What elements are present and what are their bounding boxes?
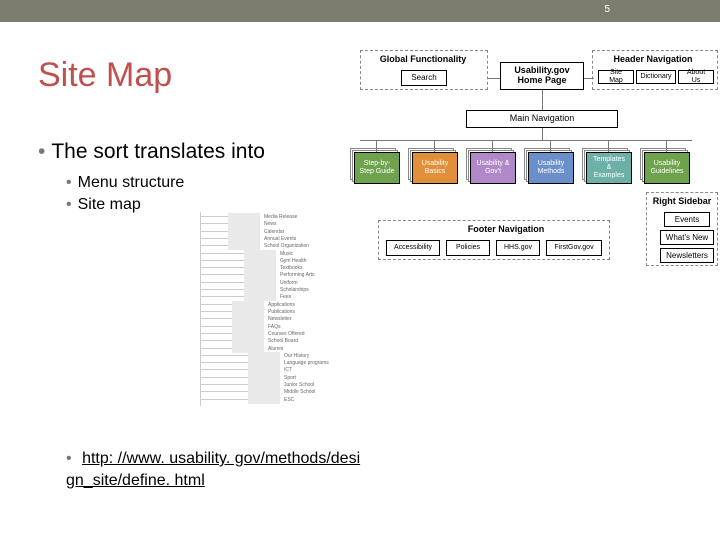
tree-item: ESC xyxy=(248,395,294,405)
main-item-4: Usability Methods xyxy=(528,152,574,184)
slide-title: Site Map xyxy=(38,56,172,95)
bullet-level2-1: •Menu structure xyxy=(66,174,184,192)
page-number: 5 xyxy=(604,4,610,15)
header-group-outline xyxy=(592,50,718,90)
home-page-box: Usability.gov Home Page xyxy=(500,62,584,90)
bullet-level1: •The sort translates into xyxy=(38,140,265,164)
main-item-1: Step-by-Step Guide xyxy=(354,152,400,184)
bullet-dot-icon: • xyxy=(66,196,72,213)
bullet-link: • http: //www. usability. gov/methods/de… xyxy=(66,448,366,491)
main-nav-box: Main Navigation xyxy=(466,110,618,128)
bullet-dot-icon: • xyxy=(66,450,72,467)
sidebar-group-outline xyxy=(646,192,718,266)
global-group-outline xyxy=(360,50,488,90)
site-structure-diagram: Global Functionality Search Usability.go… xyxy=(346,48,712,298)
slide-topbar xyxy=(0,0,720,22)
bullet-dot-icon: • xyxy=(38,140,45,163)
bullet-dot-icon: • xyxy=(66,174,72,191)
main-item-3: Usability & Gov't xyxy=(470,152,516,184)
footer-group-outline xyxy=(378,220,610,260)
main-item-5: Templates & Examples xyxy=(586,152,632,184)
main-item-2: Usability Basics xyxy=(412,152,458,184)
reference-link[interactable]: http: //www. usability. gov/methods/desi… xyxy=(66,450,360,489)
hierarchy-tree-figure: Media ReleaseNewsCalendarAnnual EventsSc… xyxy=(188,210,348,410)
bullet-level2-2: •Site map xyxy=(66,196,141,214)
main-item-6: Usability Guidelines xyxy=(644,152,690,184)
